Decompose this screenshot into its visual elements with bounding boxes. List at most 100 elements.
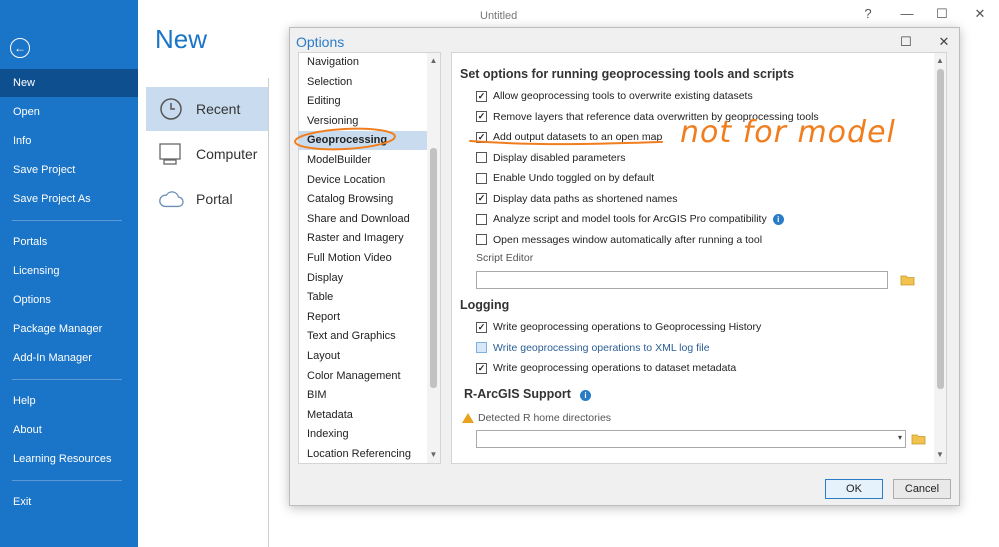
nav-item-editing[interactable]: Editing (299, 92, 427, 111)
close-button[interactable]: ✕ (970, 6, 990, 22)
sidebar-item-package-manager[interactable]: Package Manager (0, 315, 138, 343)
clock-icon (158, 96, 184, 122)
nav-item-raster-and-imagery[interactable]: Raster and Imagery (299, 229, 427, 248)
back-arrow-icon[interactable]: ← (10, 38, 30, 58)
checkbox[interactable] (476, 172, 487, 184)
option-row[interactable]: Display data paths as shortened names (476, 191, 677, 207)
nav-item-bim[interactable]: BIM (299, 386, 427, 405)
scroll-up-icon[interactable]: ▲ (934, 55, 946, 67)
nav-item-location-referencing[interactable]: Location Referencing (299, 445, 427, 463)
nav-item-color-management[interactable]: Color Management (299, 367, 427, 386)
sidebar-item-portals[interactable]: Portals (0, 228, 138, 256)
maximize-button[interactable]: ☐ (932, 6, 952, 22)
option-label: Display disabled parameters (493, 151, 626, 164)
page-item-label: Computer (196, 146, 258, 162)
checkbox[interactable] (476, 213, 487, 225)
nav-item-table[interactable]: Table (299, 288, 427, 307)
option-row[interactable]: Write geoprocessing operations to Geopro… (476, 319, 761, 335)
dialog-maximize-button[interactable]: ☐ (897, 34, 915, 50)
sidebar-item-add-in-manager[interactable]: Add-In Manager (0, 344, 138, 372)
option-label: Enable Undo toggled on by default (493, 172, 655, 184)
checkbox[interactable] (476, 152, 487, 163)
scroll-down-icon[interactable]: ▼ (427, 449, 440, 461)
nav-item-layout[interactable]: Layout (299, 347, 427, 366)
nav-item-indexing[interactable]: Indexing (299, 425, 427, 444)
nav-item-device-location[interactable]: Device Location (299, 171, 427, 190)
sidebar-item-save-project-as[interactable]: Save Project As (0, 185, 138, 213)
r-support-heading: R-ArcGIS Support i (464, 387, 591, 401)
scrollbar-thumb[interactable] (430, 148, 437, 388)
script-editor-input[interactable] (476, 271, 888, 289)
sidebar-item-new[interactable]: New (0, 69, 138, 97)
nav-item-versioning[interactable]: Versioning (299, 112, 427, 131)
checkbox[interactable] (476, 90, 487, 102)
folder-browse-icon[interactable] (911, 433, 927, 445)
settings-pane: Set options for running geoprocessing to… (451, 52, 947, 464)
sidebar-item-about[interactable]: About (0, 416, 138, 444)
option-row[interactable]: Add output datasets to an open map (476, 129, 662, 145)
sidebar-item-learning-resources[interactable]: Learning Resources (0, 445, 138, 473)
sidebar-item-info[interactable]: Info (0, 127, 138, 155)
page-item-computer[interactable]: Computer (146, 132, 268, 176)
script-editor-label: Script Editor (476, 252, 534, 264)
nav-item-selection[interactable]: Selection (299, 73, 427, 92)
option-label: Open messages window automatically after… (493, 233, 763, 246)
scrollbar-thumb[interactable] (937, 69, 944, 389)
nav-item-text-and-graphics[interactable]: Text and Graphics (299, 327, 427, 346)
sidebar-divider (12, 379, 122, 380)
nav-item-geoprocessing[interactable]: Geoprocessing (299, 131, 427, 151)
option-row[interactable]: Allow geoprocessing tools to overwrite e… (476, 88, 753, 104)
page-title: New (155, 24, 208, 54)
option-row[interactable]: Write geoprocessing operations to datase… (476, 360, 736, 376)
info-icon[interactable]: i (772, 213, 784, 225)
settings-scrollbar[interactable]: ▲ ▼ (934, 53, 946, 463)
options-nav-list: Navigation Selection Editing Versioning … (298, 52, 441, 464)
nav-item-catalog-browsing[interactable]: Catalog Browsing (299, 190, 427, 209)
help-button[interactable]: ? (858, 6, 878, 21)
info-icon[interactable]: i (579, 390, 591, 401)
option-label: Write geoprocessing operations to Geopro… (493, 321, 762, 333)
sidebar-item-help[interactable]: Help (0, 387, 138, 415)
page-item-portal[interactable]: Portal (146, 177, 268, 221)
r-home-dropdown[interactable]: ▾ (476, 430, 906, 448)
sidebar-item-options[interactable]: Options (0, 286, 138, 314)
minimize-button[interactable]: — (897, 6, 917, 21)
ok-button[interactable]: OK (825, 479, 883, 499)
option-row[interactable]: Write geoprocessing operations to XML lo… (476, 340, 710, 356)
nav-item-navigation[interactable]: Navigation (299, 53, 427, 72)
cancel-button[interactable]: Cancel (893, 479, 951, 499)
page-item-recent[interactable]: Recent (146, 87, 268, 131)
option-row[interactable]: Enable Undo toggled on by default (476, 170, 654, 186)
option-row[interactable]: Analyze script and model tools for ArcGI… (476, 211, 784, 227)
nav-item-display[interactable]: Display (299, 269, 427, 288)
sidebar-item-exit[interactable]: Exit (0, 488, 138, 516)
options-dialog: Options ☐ ✕ Navigation Selection Editing… (289, 27, 960, 506)
sidebar-divider (12, 480, 122, 481)
checkbox[interactable] (476, 193, 487, 204)
checkbox[interactable] (476, 342, 487, 353)
checkbox[interactable] (476, 362, 487, 374)
scroll-down-icon[interactable]: ▼ (934, 449, 946, 461)
checkbox[interactable] (476, 111, 487, 122)
nav-item-full-motion-video[interactable]: Full Motion Video (299, 249, 427, 268)
nav-item-report[interactable]: Report (299, 308, 427, 327)
checkbox[interactable] (476, 321, 487, 333)
chevron-down-icon[interactable]: ▾ (898, 433, 902, 442)
nav-item-metadata[interactable]: Metadata (299, 406, 427, 425)
option-row[interactable]: Display disabled parameters (476, 150, 625, 166)
dialog-close-button[interactable]: ✕ (935, 34, 953, 50)
checkbox[interactable] (476, 131, 487, 143)
option-row[interactable]: Open messages window automatically after… (476, 232, 762, 248)
sidebar-item-save-project[interactable]: Save Project (0, 156, 138, 184)
folder-browse-icon[interactable] (900, 274, 916, 286)
checkbox[interactable] (476, 234, 487, 245)
nav-item-modelbuilder[interactable]: ModelBuilder (299, 151, 427, 170)
scroll-up-icon[interactable]: ▲ (427, 55, 440, 67)
nav-item-share-and-download[interactable]: Share and Download (299, 210, 427, 229)
sidebar-item-licensing[interactable]: Licensing (0, 257, 138, 285)
page-item-label: Recent (196, 101, 241, 117)
page-item-label: Portal (196, 191, 233, 207)
option-label: Display data paths as shortened names (493, 192, 678, 205)
sidebar-item-open[interactable]: Open (0, 98, 138, 126)
nav-scrollbar[interactable]: ▲ ▼ (427, 53, 440, 463)
